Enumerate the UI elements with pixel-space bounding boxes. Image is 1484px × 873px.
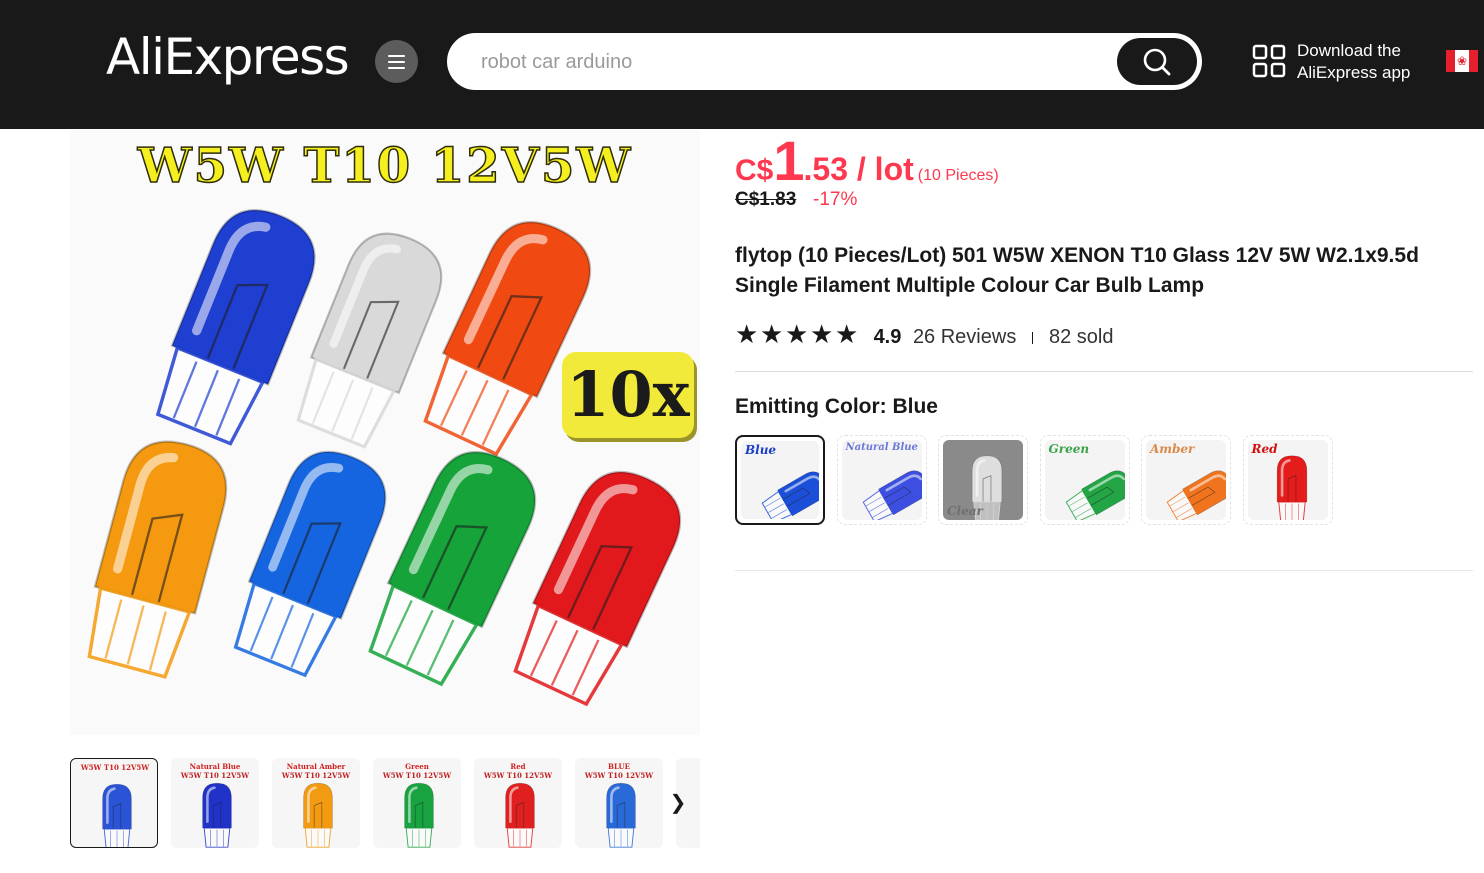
- sku-option-blue[interactable]: Blue: [735, 435, 825, 525]
- sku-option-red[interactable]: Red: [1242, 435, 1333, 525]
- menu-icon-line: [388, 61, 405, 63]
- thumbnail-bulb: [202, 782, 232, 848]
- reviews-link[interactable]: 26 Reviews: [913, 326, 1016, 348]
- sku-option-image: Blue: [741, 441, 819, 519]
- main-product-image[interactable]: W5W T10 12V5W 10x: [70, 130, 700, 735]
- download-line-1: Download the: [1297, 41, 1401, 60]
- sku-option-label: Red: [1251, 442, 1278, 456]
- thumbnail-image[interactable]: BLUE W5W T10 12V5W: [575, 758, 663, 848]
- star-icon: ★: [735, 319, 759, 349]
- rating-row: ★★★★★ 4.9 26 Reviews 82 sold: [735, 320, 1113, 348]
- bulb-image: [761, 471, 819, 519]
- thumbnail-image[interactable]: W5W T10 12V5W: [70, 758, 158, 848]
- sku-option-amber[interactable]: Amber: [1141, 435, 1231, 525]
- sku-option-image: Clear: [943, 440, 1023, 520]
- sku-option-image: Green: [1044, 440, 1125, 520]
- bulb-image: [1065, 470, 1125, 520]
- thumbnail-bulb: [606, 782, 636, 848]
- bulb-image: [102, 783, 132, 847]
- bulb-image: [87, 440, 228, 679]
- thumbnail-bulb: [303, 782, 333, 848]
- sku-option-label: Green: [1048, 442, 1090, 456]
- thumbnail-strip: W5W T10 12V5W Natural Blue W5W T10 12V5W Na…: [70, 758, 700, 848]
- menu-button[interactable]: [375, 40, 418, 83]
- top-header: AliExpress Download the AliExpress app ❀: [0, 0, 1484, 129]
- bulb-image: [1276, 455, 1307, 520]
- thumbnail-bulb: [404, 782, 434, 848]
- price-pieces: (10 Pieces): [917, 167, 999, 184]
- sku-option-image: Amber: [1146, 440, 1226, 520]
- bulb-image: [404, 782, 434, 848]
- discount-percent: -17%: [813, 189, 858, 210]
- price-integer: 1: [773, 129, 804, 192]
- star-rating: ★★★★★: [735, 320, 860, 348]
- bulb-image: [1166, 470, 1226, 520]
- thumbnail-image[interactable]: Red W5W T10 12V5W: [474, 758, 562, 848]
- bulb-image: [202, 782, 232, 848]
- separator: [1031, 331, 1034, 344]
- sku-option-label: Amber: [1150, 442, 1195, 456]
- thumbnail-image[interactable]: Natural Amber W5W T10 12V5W: [272, 758, 360, 848]
- search-bar: [447, 33, 1202, 90]
- bulb-image: [505, 782, 535, 848]
- thumbnail-bulb: [102, 783, 132, 847]
- original-price: C$1.83: [735, 189, 797, 210]
- star-icon: ★: [760, 319, 784, 349]
- sku-option-image: Natural Blue: [841, 440, 922, 520]
- current-price: C$1.53 / lot (10 Pieces): [735, 128, 999, 193]
- sku-property-label: Emitting Color: Blue: [735, 395, 938, 418]
- sku-option-image: Red: [1247, 440, 1328, 520]
- bulb-image: [303, 782, 333, 848]
- sku-option-label: Clear: [947, 504, 983, 518]
- download-line-2: AliExpress app: [1297, 63, 1411, 82]
- menu-icon-line: [388, 67, 405, 69]
- sold-count: 82 sold: [1048, 326, 1114, 348]
- search-icon: [1143, 48, 1171, 76]
- bulb-image: [862, 470, 922, 520]
- price-decimal-unit: .53 / lot: [803, 151, 914, 187]
- divider: [735, 371, 1473, 372]
- sku-option-green[interactable]: Green: [1039, 435, 1130, 525]
- menu-icon: [388, 55, 405, 57]
- rating-value: 4.9: [873, 326, 902, 348]
- qr-code-icon: [1252, 44, 1286, 78]
- star-icon: ★: [785, 319, 809, 349]
- bulb-image: [606, 782, 636, 848]
- sku-option-label: Natural Blue: [845, 442, 918, 453]
- aliexpress-logo[interactable]: AliExpress: [106, 28, 350, 86]
- download-app-text: Download the AliExpress app: [1297, 40, 1410, 84]
- thumbnail-image[interactable]: Green W5W T10 12V5W: [373, 758, 461, 848]
- product-title: flytop (10 Pieces/Lot) 501 W5W XENON T10…: [735, 244, 1419, 297]
- quantity-badge: 10x: [562, 352, 694, 438]
- canada-flag-icon[interactable]: ❀: [1446, 50, 1478, 72]
- chevron-right-icon[interactable]: ❯: [666, 786, 690, 820]
- sku-option-clear[interactable]: Clear: [938, 435, 1028, 525]
- thumbnail-image[interactable]: Natural Blue W5W T10 12V5W: [171, 758, 259, 848]
- divider: [735, 570, 1473, 571]
- sku-option-natural-blue[interactable]: Natural Blue: [836, 435, 927, 525]
- search-input[interactable]: [481, 47, 1101, 77]
- star-icon: ★: [835, 319, 859, 349]
- maple-leaf-icon: ❀: [1457, 54, 1468, 68]
- thumbnail-bulb: [505, 782, 535, 848]
- star-icon: ★: [810, 319, 834, 349]
- price-currency: C$: [735, 154, 774, 187]
- search-button[interactable]: [1117, 38, 1197, 85]
- sku-option-label: Blue: [745, 443, 777, 457]
